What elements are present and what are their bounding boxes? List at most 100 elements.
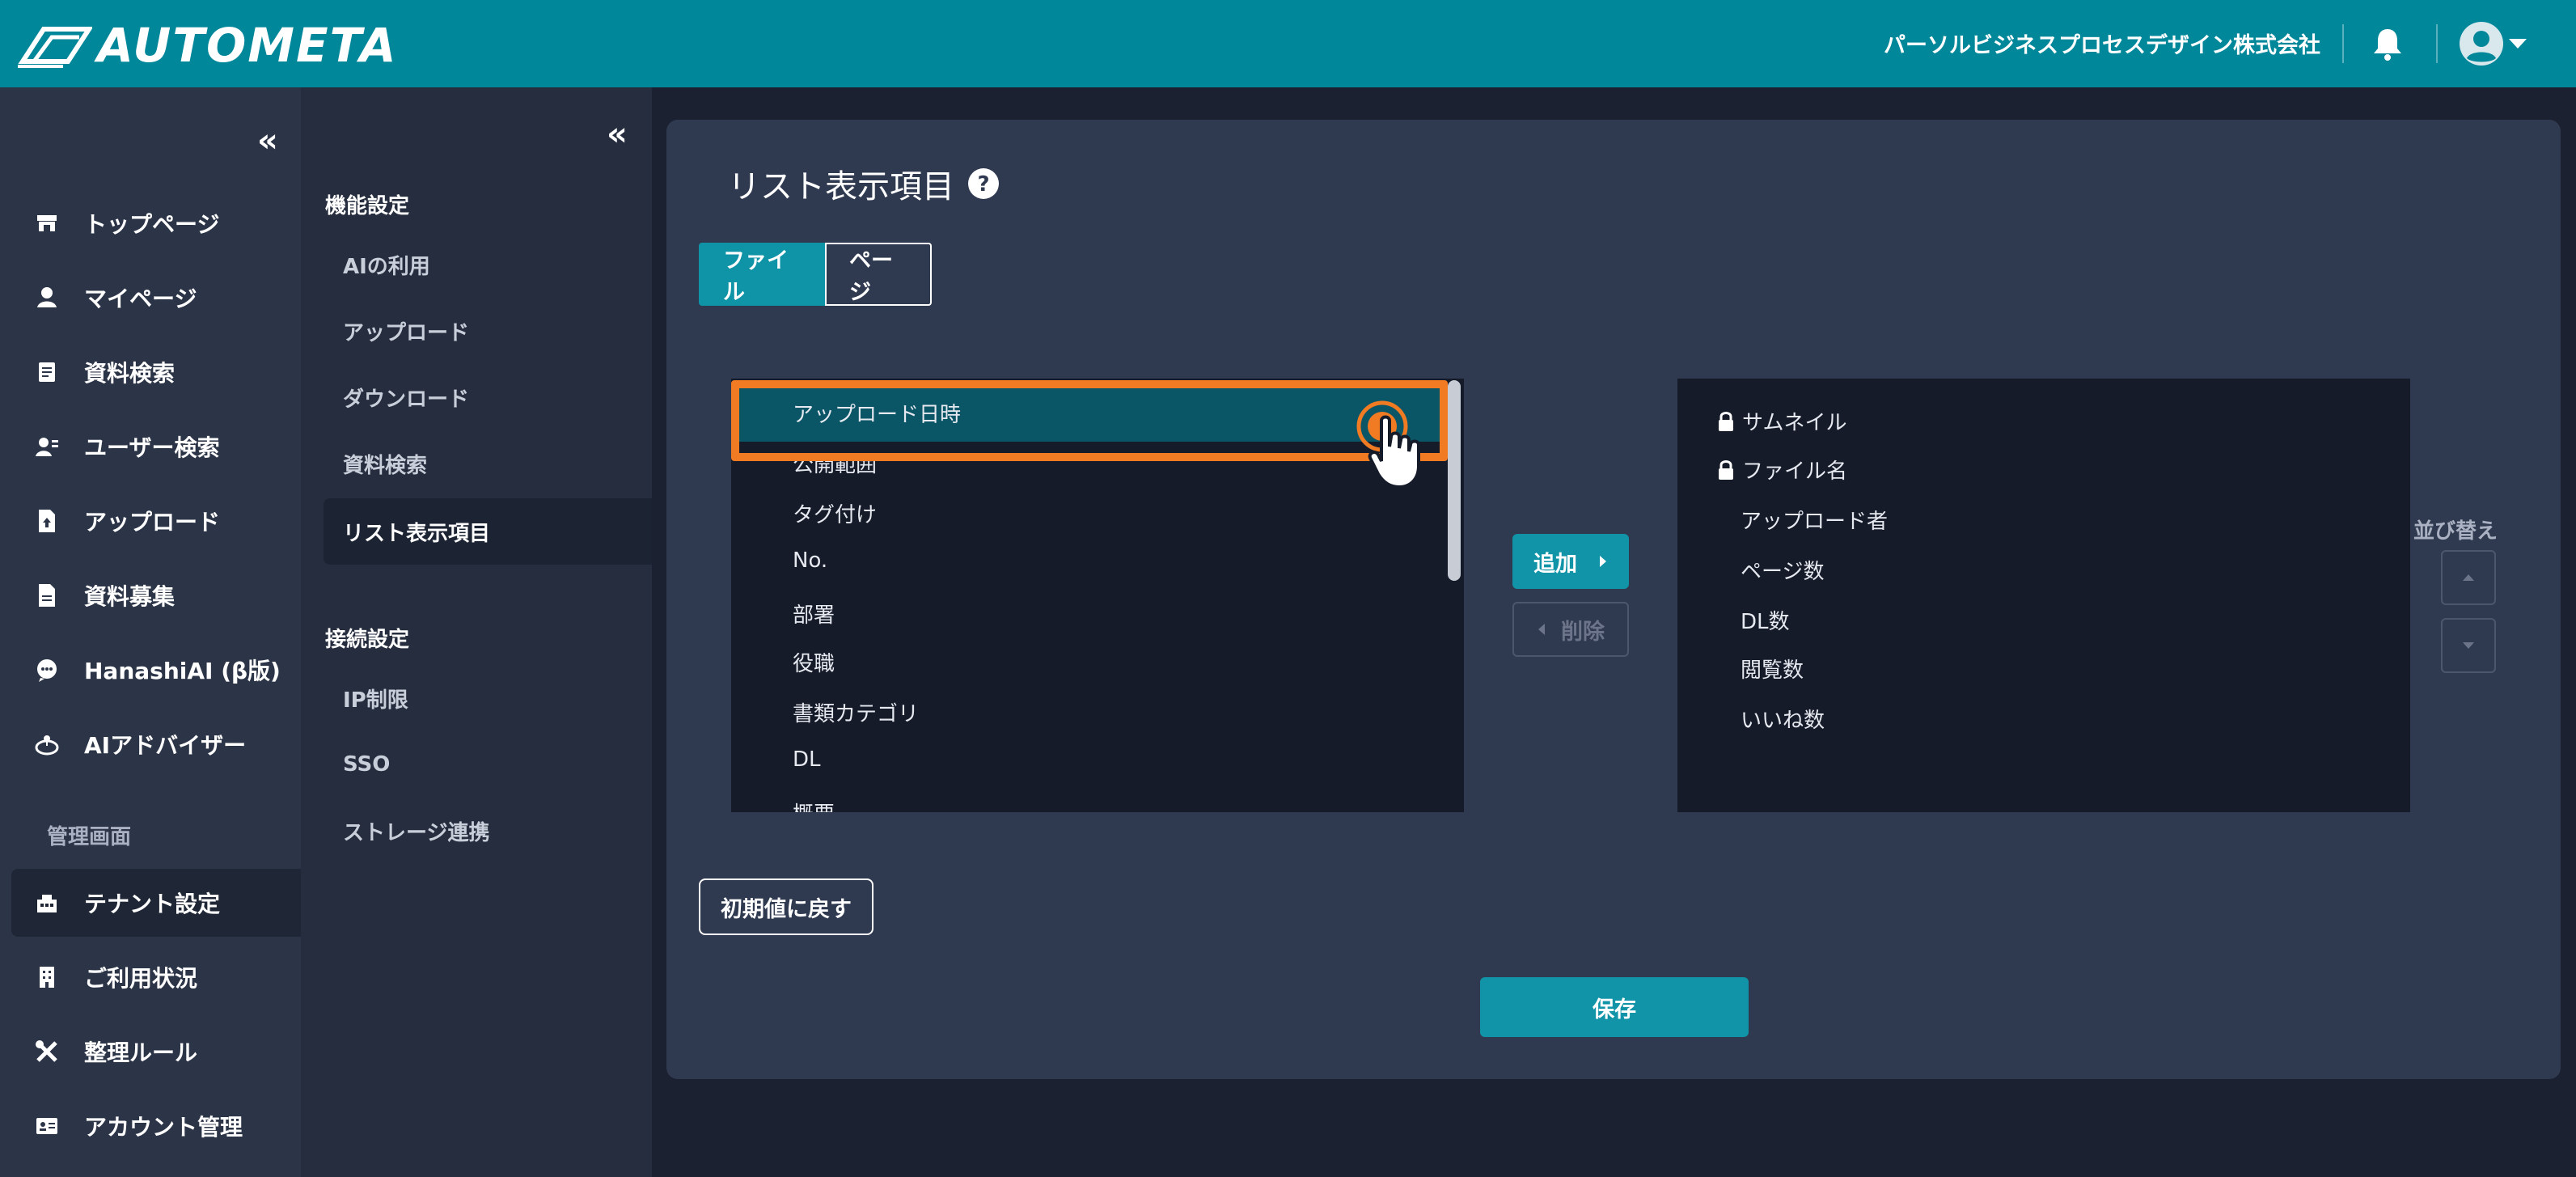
add-button-label: 追加 xyxy=(1533,551,1577,577)
page-title-text: リスト表示項目 xyxy=(728,168,954,205)
user-search-icon xyxy=(36,438,58,456)
list-scrollbar-thumb[interactable] xyxy=(1448,380,1461,581)
sidebar-item-user-search[interactable]: ユーザー検索 xyxy=(11,413,301,481)
available-items-list[interactable]: アップロード日時 公開範囲 タグ付け No. 部署 役職 書類カテゴリ DL 概… xyxy=(731,379,1464,812)
sidebar-item-label: アップロード xyxy=(84,509,221,536)
settings-item-ip-restriction[interactable]: IP制限 xyxy=(324,665,652,731)
settings-sidebar: « 機能設定 AIの利用 アップロード ダウンロード 資料検索 リスト表示項目 … xyxy=(301,87,652,1177)
user-avatar-icon[interactable] xyxy=(2459,21,2504,66)
company-name: パーソルビジネスプロセスデザイン株式会社 xyxy=(1884,33,2320,58)
list-item[interactable]: 書類カテゴリ xyxy=(793,697,919,727)
sidebar-item-organization-rules[interactable]: 整理ルール xyxy=(11,1018,301,1086)
autometa-logo[interactable]: AUTOMETA xyxy=(15,18,398,73)
list-item[interactable]: 役職 xyxy=(793,647,835,677)
list-item-label: サムネイル xyxy=(1742,411,1847,435)
sidebar-item-document-request[interactable]: 資料募集 xyxy=(11,561,301,629)
save-button[interactable]: 保存 xyxy=(1480,977,1749,1037)
list-item[interactable]: ファイル名 xyxy=(1716,455,1847,485)
file-upload-icon xyxy=(39,510,55,532)
settings-item-upload[interactable]: アップロード xyxy=(324,298,652,364)
sidebar-item-label: AIアドバイザー xyxy=(84,732,247,759)
sidebar-item-label: テナント設定 xyxy=(84,891,221,917)
sidebar-item-ai-advisor[interactable]: AIアドバイザー xyxy=(11,710,301,778)
building-icon xyxy=(40,967,54,988)
list-item[interactable]: 概要 xyxy=(793,798,835,812)
caret-up-icon xyxy=(2463,574,2474,581)
reset-defaults-button[interactable]: 初期値に戻す xyxy=(699,879,873,935)
sidebar-item-top-page[interactable]: トップページ xyxy=(11,189,301,257)
tenant-icon xyxy=(37,895,57,912)
sort-label: 並び替え xyxy=(2413,519,2498,544)
store-icon xyxy=(37,215,57,231)
displayed-items-list[interactable] xyxy=(1677,379,2410,812)
settings-item-storage-integration[interactable]: ストレージ連携 xyxy=(324,798,652,864)
list-item[interactable]: アップロード日時 xyxy=(793,398,961,428)
chevron-down-icon[interactable] xyxy=(2507,37,2528,50)
sidebar-item-label: HanashiAI (β版) xyxy=(84,658,281,684)
sidebar-item-tenant-settings[interactable]: テナント設定 xyxy=(11,869,301,937)
delete-button-label: 削除 xyxy=(1561,619,1605,645)
sidebar-item-document-search[interactable]: 資料検索 xyxy=(11,338,301,406)
bell-icon[interactable] xyxy=(2370,26,2405,61)
caret-down-icon xyxy=(2463,642,2474,649)
sidebar-item-label: 資料募集 xyxy=(84,583,176,610)
add-button[interactable]: 追加 xyxy=(1512,534,1629,589)
tab-file[interactable]: ファイル xyxy=(699,243,825,306)
feature-settings-heading: 機能設定 xyxy=(325,194,410,218)
list-item[interactable]: アップロード者 xyxy=(1741,505,1888,535)
settings-item-download[interactable]: ダウンロード xyxy=(324,364,652,430)
tab-page[interactable]: ページ xyxy=(825,243,932,306)
caret-left-icon xyxy=(1538,624,1545,635)
logo-mark-icon xyxy=(18,27,92,68)
top-header: AUTOMETA パーソルビジネスプロセスデザイン株式会社 xyxy=(0,0,2576,87)
list-item[interactable]: DL数 xyxy=(1741,605,1790,635)
sidebar-item-hanashi-ai[interactable]: HanashiAI (β版) xyxy=(11,636,301,704)
sidebar-item-label: ご利用状況 xyxy=(84,965,198,992)
settings-item-document-search[interactable]: 資料検索 xyxy=(324,430,652,497)
hand-pointer-icon xyxy=(1368,415,1420,489)
main-sidebar: « トップページ マイページ 資料検索 ユーザー検索 アップロード 資料募集 H… xyxy=(0,87,301,1177)
sidebar-item-label: トップページ xyxy=(84,211,220,238)
svg-text:?: ? xyxy=(977,172,989,197)
subsidebar-collapse-button[interactable]: « xyxy=(607,118,628,150)
delete-button[interactable]: 削除 xyxy=(1512,602,1629,657)
list-item[interactable]: No. xyxy=(793,548,827,573)
chat-ai-icon xyxy=(37,659,57,682)
document-search-icon xyxy=(39,362,55,382)
move-up-button[interactable] xyxy=(2441,550,2496,605)
list-item[interactable]: タグ付け xyxy=(793,498,877,528)
tools-icon xyxy=(36,1040,57,1062)
caret-right-icon xyxy=(1600,556,1606,567)
lock-icon xyxy=(1719,411,1733,431)
sidebar-item-upload[interactable]: アップロード xyxy=(11,487,301,555)
header-divider xyxy=(2342,24,2344,63)
sidebar-item-account-management[interactable]: アカウント管理 xyxy=(11,1092,301,1160)
list-item[interactable]: 公開範囲 xyxy=(793,448,877,478)
header-divider xyxy=(2436,24,2438,63)
sidebar-item-usage-status[interactable]: ご利用状況 xyxy=(11,943,301,1011)
settings-item-sso[interactable]: SSO xyxy=(324,731,652,798)
sidebar-item-label: ユーザー検索 xyxy=(84,434,220,461)
list-item[interactable]: 部署 xyxy=(793,599,835,629)
sidebar-collapse-button[interactable]: « xyxy=(257,125,278,157)
list-item[interactable]: いいね数 xyxy=(1741,704,1825,734)
move-down-button[interactable] xyxy=(2441,618,2496,673)
logo-text: AUTOMETA xyxy=(97,18,398,73)
robot-icon xyxy=(35,735,59,756)
person-icon xyxy=(37,287,57,307)
settings-item-ai-usage[interactable]: AIの利用 xyxy=(324,231,652,298)
sidebar-item-label: 整理ルール xyxy=(84,1039,198,1066)
list-item[interactable]: ページ数 xyxy=(1741,555,1824,585)
list-item[interactable]: DL xyxy=(793,747,821,772)
sidebar-item-my-page[interactable]: マイページ xyxy=(11,264,301,332)
sidebar-item-label: アカウント管理 xyxy=(84,1114,243,1141)
id-card-icon xyxy=(36,1118,57,1134)
page-title: リスト表示項目 ? xyxy=(728,160,1000,207)
sidebar-item-label: マイページ xyxy=(84,286,197,312)
connection-settings-heading: 接続設定 xyxy=(325,628,410,652)
help-icon[interactable]: ? xyxy=(967,167,1000,200)
list-item[interactable]: 閲覧数 xyxy=(1741,654,1804,684)
sidebar-item-label: 資料検索 xyxy=(84,360,176,387)
list-item[interactable]: サムネイル xyxy=(1716,406,1846,436)
settings-item-list-display[interactable]: リスト表示項目 xyxy=(324,498,652,565)
